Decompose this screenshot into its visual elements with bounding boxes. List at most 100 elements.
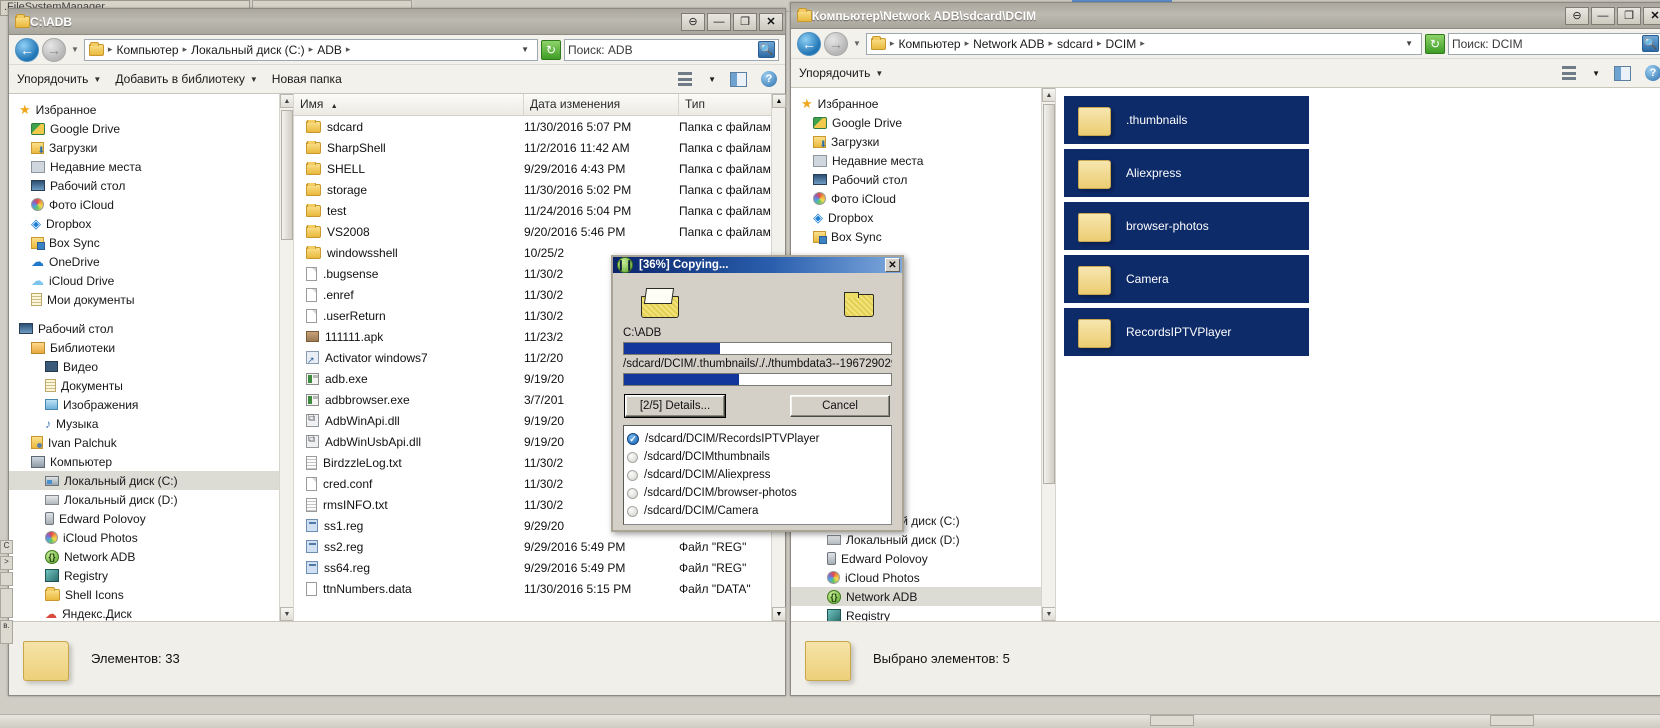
sidebar-item-рабочий-стол[interactable]: Рабочий стол xyxy=(791,170,1055,189)
scroll-down-icon[interactable]: ▼ xyxy=(1042,607,1056,621)
list-item[interactable]: browser-photos xyxy=(1064,202,1309,250)
table-row[interactable]: test11/24/2016 5:04 PMПапка с файлами xyxy=(294,200,785,221)
sidebar-item-недавние-места[interactable]: Недавние места xyxy=(791,151,1055,170)
breadcrumb-item-3[interactable]: DCIM xyxy=(1106,37,1137,51)
search-icon[interactable]: 🔍 xyxy=(1642,35,1659,52)
breadcrumb-item-1[interactable]: Network ADB xyxy=(973,37,1044,51)
right-search-box[interactable]: Поиск: DCIM 🔍 xyxy=(1448,33,1660,55)
copy-dialog-titlebar[interactable]: ❙❙ [36%] Copying... ✕ xyxy=(613,257,902,273)
sidebar-item-видео[interactable]: Видео xyxy=(9,357,293,376)
left-navigation-pane[interactable]: ▲ ▼ ★ИзбранноеGoogle DriveЗагрузкиНедавн… xyxy=(9,94,294,621)
sidebar-item-network-adb[interactable]: {}Network ADB xyxy=(791,587,1055,606)
breadcrumb-dropdown-icon[interactable]: ▼ xyxy=(1405,39,1417,48)
chevron-down-icon[interactable]: ▼ xyxy=(69,45,81,54)
sidebar-item-музыка[interactable]: ♪Музыка xyxy=(9,414,293,433)
help-icon[interactable]: ? xyxy=(761,71,777,87)
sidebar-item-фото-icloud[interactable]: Фото iCloud xyxy=(791,189,1055,208)
breadcrumb-item-0[interactable]: Компьютер xyxy=(898,37,960,51)
list-view-icon[interactable] xyxy=(678,72,694,86)
breadcrumb-item-2[interactable]: ADB xyxy=(317,43,342,57)
scroll-up-icon[interactable]: ▲ xyxy=(772,94,786,108)
sidebar-item-избранное[interactable]: ★Избранное xyxy=(791,94,1055,113)
refresh-icon[interactable]: ↻ xyxy=(541,40,561,60)
sidebar-item-загрузки[interactable]: Загрузки xyxy=(791,132,1055,151)
search-icon[interactable]: 🔍 xyxy=(758,41,775,58)
sidebar-item-network-adb[interactable]: {}Network ADB xyxy=(9,547,293,566)
radio-unchecked-icon[interactable] xyxy=(627,506,638,517)
details-button[interactable]: [2/5] Details... xyxy=(625,395,725,417)
radio-unchecked-icon[interactable] xyxy=(627,470,638,481)
add-to-library-menu[interactable]: Добавить в библиотеку ▼ xyxy=(115,72,257,86)
table-row[interactable]: ss2.reg9/29/2016 5:49 PMФайл "REG" xyxy=(294,536,785,557)
forward-arrow-icon[interactable]: → xyxy=(42,38,66,62)
sidebar-item-ivan-palchuk[interactable]: Ivan Palchuk xyxy=(9,433,293,452)
pin-button[interactable]: ⊖ xyxy=(1565,7,1589,25)
tile-view-icon[interactable] xyxy=(1562,66,1578,80)
chevron-down-icon[interactable]: ▼ xyxy=(708,75,716,84)
close-button[interactable]: ✕ xyxy=(1643,7,1660,25)
organize-menu[interactable]: Упорядочить ▼ xyxy=(799,66,883,80)
list-item[interactable]: .thumbnails xyxy=(1064,96,1309,144)
table-row[interactable]: SHELL9/29/2016 4:43 PMПапка с файлами xyxy=(294,158,785,179)
sidebar-item-библиотеки[interactable]: Библиотеки xyxy=(9,338,293,357)
scroll-up-icon[interactable]: ▲ xyxy=(280,94,294,108)
sidebar-item-локальный-диск-d-[interactable]: Локальный диск (D:) xyxy=(9,490,293,509)
left-breadcrumb[interactable]: ▸ Компьютер ▸ Локальный диск (C:) ▸ ADB … xyxy=(84,39,538,61)
left-window-titlebar[interactable]: C:\ADB ⊖ — ❐ ✕ xyxy=(9,9,785,35)
left-search-box[interactable]: Поиск: ADB 🔍 xyxy=(564,39,779,61)
list-item[interactable]: /sdcard/DCIM/Camera xyxy=(627,502,888,520)
breadcrumb-item-1[interactable]: Локальный диск (C:) xyxy=(191,43,305,57)
minimize-button[interactable]: — xyxy=(1591,7,1615,25)
sidebar-item-edward-polovoy[interactable]: Edward Polovoy xyxy=(791,549,1055,568)
close-button[interactable]: ✕ xyxy=(759,13,783,31)
chevron-down-icon[interactable]: ▼ xyxy=(851,39,863,48)
scroll-down-icon[interactable]: ▼ xyxy=(772,607,786,621)
radio-checked-icon[interactable]: ✓ xyxy=(627,433,639,445)
preview-pane-icon[interactable] xyxy=(1614,66,1631,81)
search-input[interactable]: Поиск: DCIM xyxy=(1452,37,1642,51)
table-row[interactable]: storage11/30/2016 5:02 PMПапка с файлами xyxy=(294,179,785,200)
sidebar-item-dropbox[interactable]: ◈Dropbox xyxy=(9,214,293,233)
sidebar-item-icloud-photos[interactable]: iCloud Photos xyxy=(9,528,293,547)
sidebar-item-google-drive[interactable]: Google Drive xyxy=(9,119,293,138)
sidebar-item-загрузки[interactable]: Загрузки xyxy=(9,138,293,157)
column-header-type[interactable]: Тип xyxy=(679,94,785,115)
sidebar-item-registry[interactable]: Registry xyxy=(9,566,293,585)
sidebar-item-box-sync[interactable]: Box Sync xyxy=(9,233,293,252)
scroll-up-icon[interactable]: ▲ xyxy=(1042,88,1056,102)
preview-pane-icon[interactable] xyxy=(730,72,747,87)
sidebar-item-edward-polovoy[interactable]: Edward Polovoy xyxy=(9,509,293,528)
sidebar-item-яндекс-диск[interactable]: ☁Яндекс.Диск xyxy=(9,604,293,621)
sidebar-item-фото-icloud[interactable]: Фото iCloud xyxy=(9,195,293,214)
maximize-button[interactable]: ❐ xyxy=(1617,7,1641,25)
list-item[interactable]: RecordsIPTVPlayer xyxy=(1064,308,1309,356)
pin-button[interactable]: ⊖ xyxy=(681,13,705,31)
list-item[interactable]: ✓/sdcard/DCIM/RecordsIPTVPlayer xyxy=(627,430,888,448)
sidebar-item-документы[interactable]: Документы xyxy=(9,376,293,395)
chevron-down-icon[interactable]: ▼ xyxy=(1592,69,1600,78)
help-icon[interactable]: ? xyxy=(1645,65,1660,81)
sidebar-item-dropbox[interactable]: ◈Dropbox xyxy=(791,208,1055,227)
close-icon[interactable]: ✕ xyxy=(885,258,900,272)
forward-arrow-icon[interactable]: → xyxy=(824,32,848,56)
taskbar-item[interactable] xyxy=(1150,715,1194,726)
list-item[interactable]: Camera xyxy=(1064,255,1309,303)
list-item[interactable]: /sdcard/DCIM/Aliexpress xyxy=(627,466,888,484)
sidebar-item-рабочий-стол[interactable]: Рабочий стол xyxy=(9,319,293,338)
copy-queue-list[interactable]: ✓/sdcard/DCIM/RecordsIPTVPlayer/sdcard/D… xyxy=(623,425,892,525)
back-arrow-icon[interactable]: ← xyxy=(15,38,39,62)
sidebar-item-onedrive[interactable]: ☁OneDrive xyxy=(9,252,293,271)
list-item[interactable]: /sdcard/DCIM/browser-photos xyxy=(627,484,888,502)
sidebar-item-shell-icons[interactable]: Shell Icons xyxy=(9,585,293,604)
list-item[interactable]: /sdcard/DCIMthumbnails xyxy=(627,448,888,466)
breadcrumb-dropdown-icon[interactable]: ▼ xyxy=(521,45,533,54)
breadcrumb-item-2[interactable]: sdcard xyxy=(1057,37,1093,51)
right-breadcrumb[interactable]: ▸ Компьютер ▸ Network ADB ▸ sdcard ▸ DCI… xyxy=(866,33,1422,55)
sidebar-item-registry[interactable]: Registry xyxy=(791,606,1055,621)
left-nav-scrollbar[interactable]: ▲ ▼ xyxy=(279,94,293,621)
column-header-date[interactable]: Дата изменения xyxy=(524,94,679,115)
radio-unchecked-icon[interactable] xyxy=(627,488,638,499)
table-row[interactable]: SharpShell11/2/2016 11:42 AMПапка с файл… xyxy=(294,137,785,158)
table-row[interactable]: ttnNumbers.data11/30/2016 5:15 PMФайл "D… xyxy=(294,578,785,599)
column-header-name[interactable]: Имя ▲ xyxy=(294,94,524,115)
